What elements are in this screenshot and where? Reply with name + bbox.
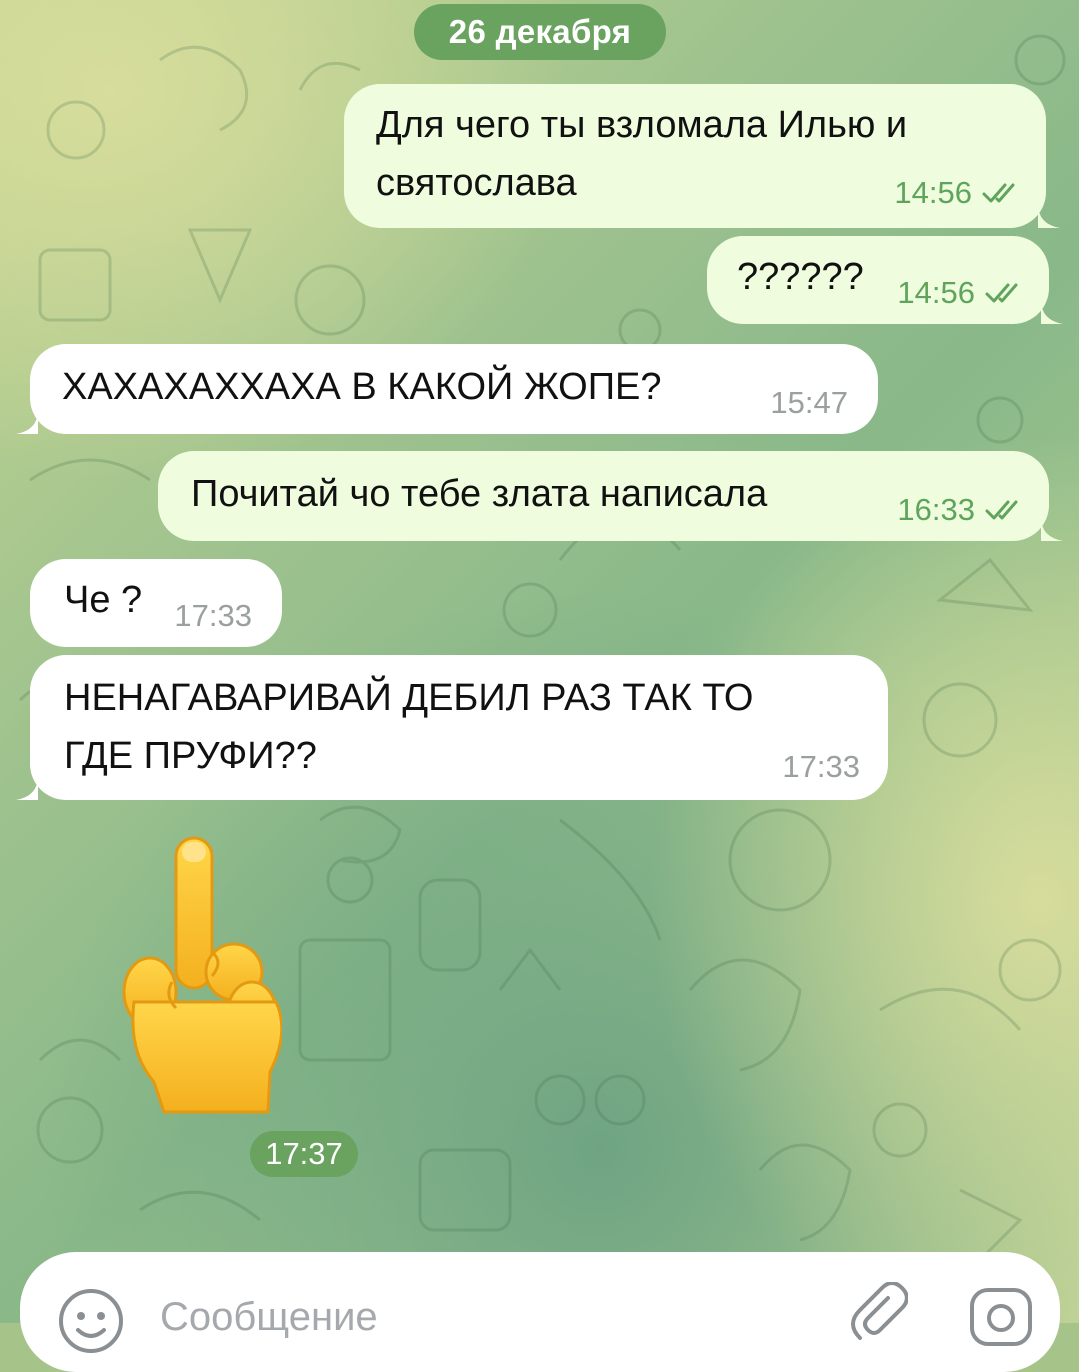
middle-finger-emoji-sticker[interactable] [112, 832, 282, 1116]
message-time: 14:56 [897, 275, 975, 310]
bubble-tail [1038, 204, 1060, 228]
emoji-smile-icon[interactable] [58, 1288, 124, 1354]
paperclip-icon[interactable] [848, 1282, 908, 1342]
sticker-time: 17:37 [250, 1131, 358, 1177]
message-time: 14:56 [894, 175, 972, 210]
message-meta: 16:33 [897, 493, 1027, 527]
message-text: Почитай чо тебе злата написала [191, 473, 768, 515]
message-bubble-incoming[interactable]: ХАХАХАХХАХА В КАКОЙ ЖОПЕ? 15:47 [16, 344, 878, 434]
message-time: 17:33 [174, 598, 252, 633]
message-bubble-outgoing[interactable]: ?????? 14:56 [707, 236, 1063, 324]
double-check-icon [985, 500, 1018, 520]
message-text: ХАХАХАХХАХА В КАКОЙ ЖОПЕ? [62, 366, 662, 408]
message-text: НЕНАГАВАРИВАЙ ДЕБИЛ РАЗ ТАК ТО [64, 677, 754, 719]
message-text: ГДЕ ПРУФИ?? [64, 735, 317, 777]
message-composer [20, 1252, 1060, 1372]
bubble-tail [1041, 517, 1063, 541]
message-meta: 14:56 [897, 276, 1027, 310]
double-check-icon [985, 283, 1018, 303]
date-separator: 26 декабря [414, 4, 666, 60]
message-meta: 15:47 [770, 386, 848, 420]
message-text: ?????? [737, 256, 864, 298]
message-meta: 17:33 [782, 750, 860, 784]
bubble-tail [16, 776, 38, 800]
message-time: 15:47 [770, 385, 848, 420]
message-meta: 14:56 [894, 176, 1024, 210]
message-bubble-incoming[interactable]: Че ? 17:33 [30, 559, 282, 647]
message-text: Для чего ты взломала Илью и [376, 104, 908, 146]
message-text: Че ? [64, 579, 143, 621]
message-time: 16:33 [897, 492, 975, 527]
camera-icon[interactable] [968, 1282, 1034, 1348]
message-text: святослава [376, 162, 577, 204]
message-bubble-outgoing[interactable]: Почитай чо тебе злата написала 16:33 [158, 451, 1063, 541]
message-input[interactable] [160, 1282, 780, 1352]
double-check-icon [982, 183, 1015, 203]
message-bubble-outgoing[interactable]: Для чего ты взломала Илью и святослава 1… [344, 84, 1060, 228]
message-meta: 17:33 [174, 599, 252, 633]
message-bubble-incoming[interactable]: НЕНАГАВАРИВАЙ ДЕБИЛ РАЗ ТАК ТО ГДЕ ПРУФИ… [16, 655, 888, 800]
bubble-tail [16, 410, 38, 434]
bubble-tail [1041, 300, 1063, 324]
message-time: 17:33 [782, 749, 860, 784]
